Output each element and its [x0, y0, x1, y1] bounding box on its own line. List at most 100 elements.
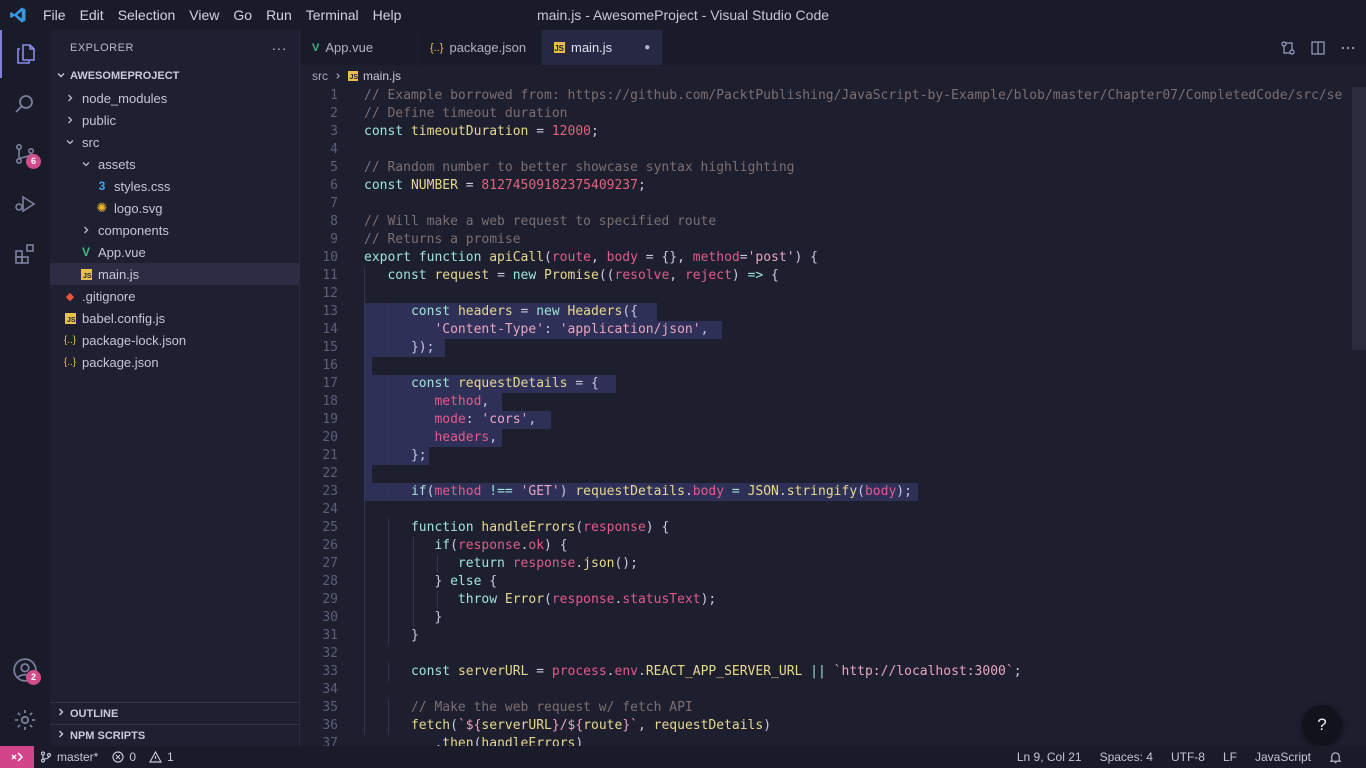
more-actions-icon[interactable] — [1340, 40, 1356, 56]
folder-item[interactable]: components — [50, 219, 299, 241]
json-file-icon: {..} — [63, 356, 77, 368]
code-token: NUMBER — [410, 178, 458, 193]
indent-guide — [364, 681, 365, 699]
code-token: (); — [614, 556, 638, 571]
code-token: statusText — [622, 592, 701, 607]
menu-help[interactable]: Help — [366, 0, 409, 30]
menu-run[interactable]: Run — [259, 0, 299, 30]
code-token: if — [434, 538, 451, 553]
code-line: 21 }; — [300, 447, 1366, 465]
menu-bar: File Edit Selection View Go Run Terminal… — [36, 0, 408, 30]
language-mode[interactable]: JavaScript — [1255, 750, 1311, 764]
code-line: 25 function handleErrors(response) { — [300, 519, 1366, 537]
code-text: // Random number to better showcase synt… — [364, 159, 794, 177]
folder-item[interactable]: node_modules — [50, 87, 299, 109]
folder-item[interactable]: assets — [50, 153, 299, 175]
breadcrumb-file[interactable]: main.js — [363, 69, 401, 83]
tab-main-js[interactable]: JS main.js ● — [542, 30, 663, 65]
indentation[interactable]: Spaces: 4 — [1100, 750, 1153, 764]
code-token: const — [364, 178, 411, 193]
code-token: : — [465, 412, 482, 427]
source-control-activity[interactable]: 6 — [0, 130, 50, 178]
chevron-right-icon — [62, 115, 78, 125]
indent-guide — [364, 285, 365, 303]
line-number: 31 — [322, 628, 338, 643]
help-button[interactable]: ? — [1302, 705, 1342, 745]
code-token: response — [512, 556, 576, 571]
line-number: 3 — [330, 124, 338, 139]
file-item[interactable]: ✺ logo.svg — [50, 197, 299, 219]
menu-selection[interactable]: Selection — [111, 0, 183, 30]
line-number: 37 — [322, 736, 338, 746]
extensions-activity[interactable] — [0, 230, 50, 278]
problems-indicator[interactable]: 0 1 — [112, 750, 174, 764]
file-item[interactable]: V App.vue — [50, 241, 299, 263]
code-line: 23 if(method !== 'GET') requestDetails.b… — [300, 483, 1366, 501]
folder-item[interactable]: public — [50, 109, 299, 131]
code-token: response — [583, 520, 646, 535]
code-token: request — [434, 268, 490, 283]
code-text: return response.json(); — [364, 555, 638, 573]
code-token: const — [410, 376, 458, 391]
menu-view[interactable]: View — [182, 0, 226, 30]
open-changes-icon[interactable] — [1280, 40, 1296, 56]
file-item[interactable]: JS main.js — [50, 263, 299, 285]
code-text: // Example borrowed from: https://github… — [364, 87, 1342, 105]
code-line: 1 // Example borrowed from: https://githu… — [300, 87, 1366, 105]
explorer-activity[interactable] — [0, 30, 50, 78]
breadcrumb-folder[interactable]: src — [312, 69, 328, 83]
menu-go[interactable]: Go — [226, 0, 259, 30]
file-item[interactable]: 3 styles.css — [50, 175, 299, 197]
code-token: , — [669, 268, 685, 283]
file-item[interactable]: ◆ .gitignore — [50, 285, 299, 307]
code-token: = — [528, 664, 552, 679]
tab-package-json[interactable]: {..} package.json — [418, 30, 542, 65]
code-token: const — [364, 124, 411, 139]
run-debug-activity[interactable] — [0, 180, 50, 228]
notifications-icon[interactable] — [1329, 751, 1342, 764]
remote-button[interactable] — [0, 746, 34, 768]
file-item[interactable]: {..} package-lock.json — [50, 329, 299, 351]
tab-app-vue[interactable]: V App.vue — [300, 30, 418, 65]
menu-terminal[interactable]: Terminal — [299, 0, 366, 30]
code-token: const — [410, 664, 458, 679]
code-token: `http://localhost:3000` — [833, 664, 1014, 679]
code-token: : — [544, 322, 560, 337]
code-text: throw Error(response.statusText); — [364, 591, 716, 609]
menu-file[interactable]: File — [36, 0, 73, 30]
menu-edit[interactable]: Edit — [73, 0, 111, 30]
run-debug-icon — [15, 195, 36, 213]
branch-indicator[interactable]: master* — [40, 750, 98, 764]
folder-item[interactable]: src — [50, 131, 299, 153]
code-token: requestDetails — [457, 376, 568, 391]
tree-item-label: node_modules — [82, 90, 168, 106]
cursor-position[interactable]: Ln 9, Col 21 — [1017, 750, 1082, 764]
code-token: json — [583, 556, 615, 571]
file-item[interactable]: JS babel.config.js — [50, 307, 299, 329]
code-token: = — [512, 304, 537, 319]
file-item[interactable]: {..} package.json — [50, 351, 299, 373]
outline-section[interactable]: OUTLINE — [50, 702, 299, 724]
unsaved-dot-icon[interactable]: ● — [644, 42, 650, 53]
code-editor[interactable]: 1 // Example borrowed from: https://githu… — [300, 87, 1366, 746]
code-text: const timeoutDuration = 12000; — [364, 123, 599, 141]
settings-activity[interactable] — [0, 696, 50, 744]
line-number: 22 — [322, 466, 338, 481]
tree-item-label: public — [82, 112, 116, 128]
vue-file-icon: V — [81, 245, 90, 259]
code-token: body — [864, 484, 897, 499]
code-token: handleErrors — [481, 736, 576, 746]
line-ending[interactable]: LF — [1223, 750, 1237, 764]
search-activity[interactable] — [0, 80, 50, 128]
npm-scripts-section[interactable]: NPM SCRIPTS — [50, 724, 299, 746]
encoding[interactable]: UTF-8 — [1171, 750, 1205, 764]
project-section-header[interactable]: AWESOMEPROJECT — [50, 65, 299, 87]
explorer-title: EXPLORER — [70, 41, 134, 54]
accounts-activity[interactable]: 2 — [0, 646, 50, 694]
more-actions-icon[interactable]: ··· — [272, 40, 288, 56]
split-editor-icon[interactable] — [1310, 40, 1326, 56]
code-token: mode — [434, 412, 466, 427]
status-bar: master* 0 1 Ln 9, Col 21 Spaces: 4 UTF-8… — [0, 746, 1366, 768]
